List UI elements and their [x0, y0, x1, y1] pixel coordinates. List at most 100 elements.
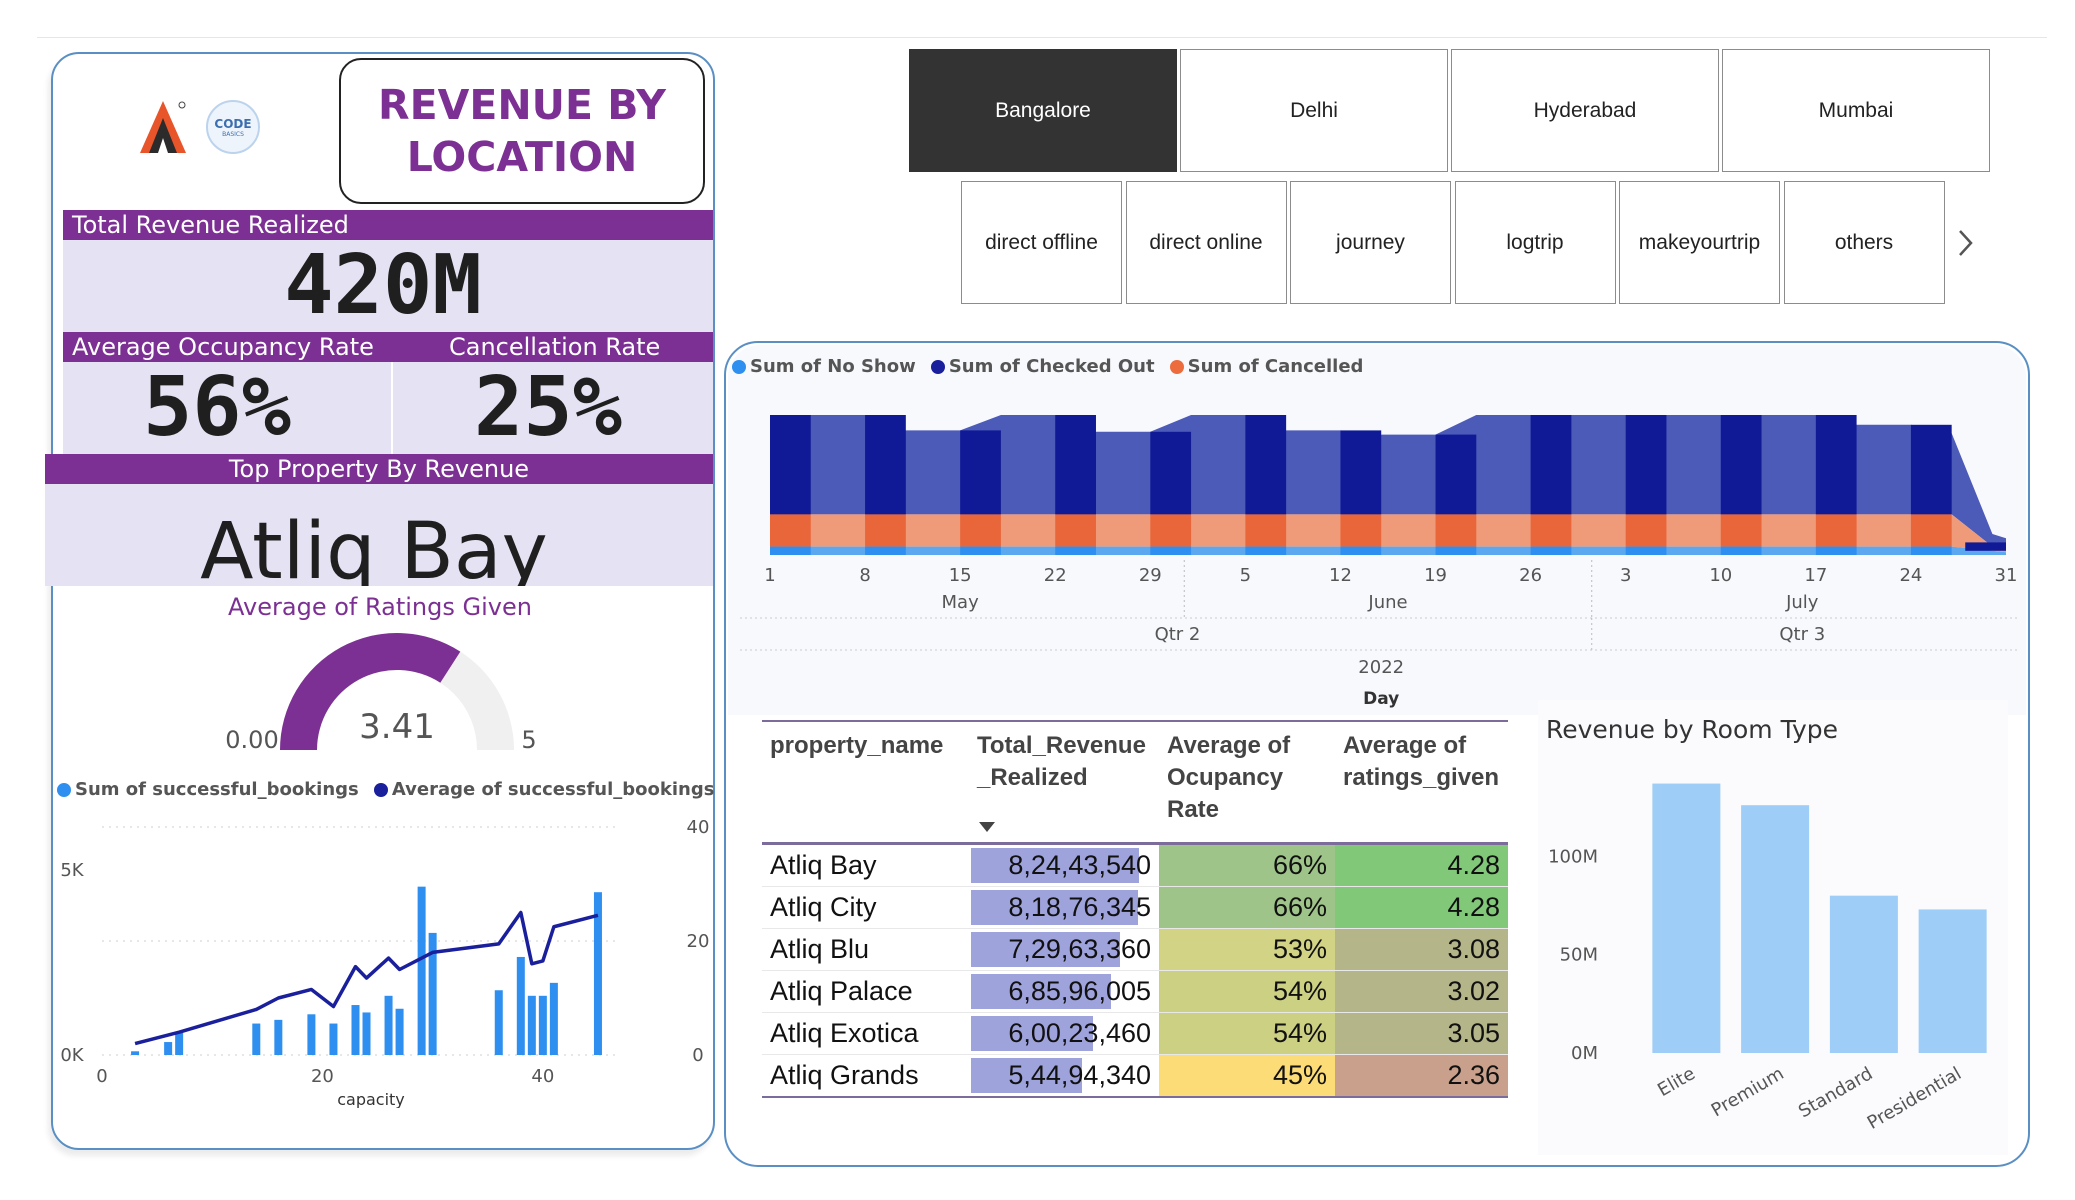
legend-avg-bookings-label: Average of successful_bookings — [391, 779, 715, 800]
gauge-max-label: 5 — [521, 726, 536, 754]
x-tick: 24 — [1899, 565, 1922, 586]
table-body: Atliq Bay 8,24,43,540 66% 4.28 Atliq City 8,1… — [762, 843, 1508, 1097]
column-header[interactable]: Total_Revenue_Realized — [969, 721, 1159, 843]
column-header[interactable]: Average of Ocupancy Rate — [1159, 721, 1335, 843]
no-show-stripe — [865, 546, 906, 555]
x-tick: 40 — [531, 1066, 554, 1087]
y-tick: 100M — [1548, 846, 1598, 867]
no-show-stripe — [960, 546, 1001, 555]
legend-dot-icon — [57, 782, 71, 797]
city-option[interactable]: Delhi — [1180, 49, 1448, 172]
table-row[interactable]: Atliq Blu 7,29,63,360 53% 3.08 — [762, 928, 1508, 971]
table-row[interactable]: Atliq Bay 8,24,43,540 66% 4.28 — [762, 843, 1508, 887]
legend-cancelled-label: Sum of Cancelled — [1187, 356, 1364, 377]
property-table: property_name Total_Revenue_Realized Ave… — [762, 720, 1508, 1098]
column-header[interactable]: Average of ratings_given — [1335, 721, 1508, 843]
checked-out-stripe — [1530, 415, 1572, 515]
revenue-value: 7,29,63,360 — [1008, 933, 1151, 964]
rating-cell: 3.05 — [1335, 1012, 1508, 1055]
checked-out-stripe — [1435, 434, 1477, 515]
bookings-bar — [252, 1023, 261, 1055]
occupancy-cell: 54% — [1159, 970, 1335, 1013]
no-show-stripe — [1150, 546, 1192, 555]
table-row[interactable]: Atliq Palace 6,85,96,005 54% 3.02 — [762, 970, 1508, 1013]
x-tick: 20 — [311, 1066, 334, 1087]
table-row[interactable]: Atliq Grands 5,44,94,340 45% 2.36 — [762, 1054, 1508, 1097]
checked-out-stripe — [1625, 415, 1667, 515]
cancellation-card: 25% — [393, 362, 713, 454]
legend-no-show: Sum of No Show — [732, 356, 916, 377]
revenue-cell: 5,44,94,340 — [969, 1054, 1159, 1097]
month-label: June — [1367, 592, 1407, 613]
bookings-bar — [362, 1012, 371, 1055]
rating-cell: 4.28 — [1335, 886, 1508, 929]
cancelled-stripe — [1625, 514, 1667, 547]
revenue-value: 8,24,43,540 — [1008, 849, 1151, 880]
bookings-bar — [384, 995, 393, 1055]
x-tick: 17 — [1804, 565, 1827, 586]
platform-option-label: logtrip — [1506, 230, 1564, 254]
bookings-bar — [351, 1005, 360, 1055]
quarter-label: Qtr 2 — [1155, 624, 1201, 645]
gauge-value: 3.41 — [359, 707, 435, 747]
slicer-next-button[interactable] — [1948, 220, 1982, 266]
city-option[interactable]: Mumbai — [1722, 49, 1990, 172]
platform-option-label: makeyourtrip — [1638, 230, 1761, 254]
revenue-cell: 6,85,96,005 — [969, 970, 1159, 1013]
no-show-stripe — [1245, 546, 1287, 555]
y-left-tick: 5K — [60, 860, 84, 881]
bookings-bar — [516, 956, 525, 1055]
room-type-bar — [1918, 909, 1987, 1053]
table-row[interactable]: Atliq City 8,18,76,345 66% 4.28 — [762, 886, 1508, 929]
x-tick: 3 — [1620, 565, 1631, 586]
table-row[interactable]: Atliq Exotica 6,00,23,460 54% 3.05 — [762, 1012, 1508, 1055]
city-option[interactable]: Hyderabad — [1451, 49, 1719, 172]
platform-option[interactable]: others — [1783, 181, 1945, 304]
no-show-stripe — [1625, 546, 1667, 555]
bookings-bar — [131, 1051, 140, 1055]
column-header[interactable]: property_name — [762, 721, 969, 843]
legend-checked-out: Sum of Checked Out — [930, 356, 1155, 377]
platform-option-label: direct offline — [985, 230, 1098, 254]
city-option[interactable]: Bangalore — [909, 49, 1177, 172]
legend-dot-icon — [373, 782, 388, 797]
checked-out-stripe — [1245, 415, 1287, 515]
x-tick: 31 — [1995, 565, 2018, 586]
platform-option[interactable]: direct offline — [961, 181, 1122, 304]
x-tick: 22 — [1044, 565, 1067, 586]
checked-out-stripe — [1910, 424, 1952, 515]
revenue-cell: 7,29,63,360 — [969, 928, 1159, 971]
x-axis-label: Day — [1363, 689, 1399, 709]
cancelled-stripe — [1150, 514, 1192, 547]
column-header-label: Total_Revenue_Realized — [977, 732, 1146, 791]
title-card: REVENUE BY LOCATION — [339, 58, 705, 204]
platform-option[interactable]: direct online — [1125, 181, 1287, 304]
rating-cell: 4.28 — [1335, 843, 1508, 887]
checked-out-stripe — [770, 415, 811, 515]
y-tick: 0M — [1571, 1043, 1598, 1064]
property-name-cell: Atliq Blu — [762, 928, 969, 971]
property-name-cell: Atliq Palace — [762, 970, 969, 1013]
property-name-cell: Atliq Exotica — [762, 1012, 969, 1055]
occupancy-cell: 53% — [1159, 928, 1335, 971]
occupancy-cell: 66% — [1159, 886, 1335, 929]
no-show-stripe — [1340, 546, 1382, 555]
month-label: July — [1785, 592, 1819, 613]
quarter-label: Qtr 3 — [1779, 624, 1825, 645]
platform-option[interactable]: journey — [1290, 181, 1451, 304]
x-tick: 19 — [1424, 565, 1447, 586]
codebasics-logo-icon: CODE BASICS — [206, 100, 260, 154]
checked-out-stripe — [1815, 415, 1857, 515]
city-option-label: Hyderabad — [1533, 98, 1637, 122]
bookings-bar — [307, 1014, 316, 1055]
month-label: May — [942, 592, 980, 613]
legend-checked-out-label: Sum of Checked Out — [948, 356, 1155, 377]
bookings-bar — [329, 1023, 338, 1055]
table-header-row: property_name Total_Revenue_Realized Ave… — [762, 721, 1508, 843]
occupancy-label: Average Occupancy Rate — [72, 333, 374, 361]
legend-dot-icon — [930, 359, 945, 374]
platform-option[interactable]: makeyourtrip — [1619, 181, 1780, 304]
rating-cell: 2.36 — [1335, 1054, 1508, 1097]
platform-option[interactable]: logtrip — [1454, 181, 1616, 304]
top-property-label: Top Property By Revenue — [228, 455, 530, 483]
